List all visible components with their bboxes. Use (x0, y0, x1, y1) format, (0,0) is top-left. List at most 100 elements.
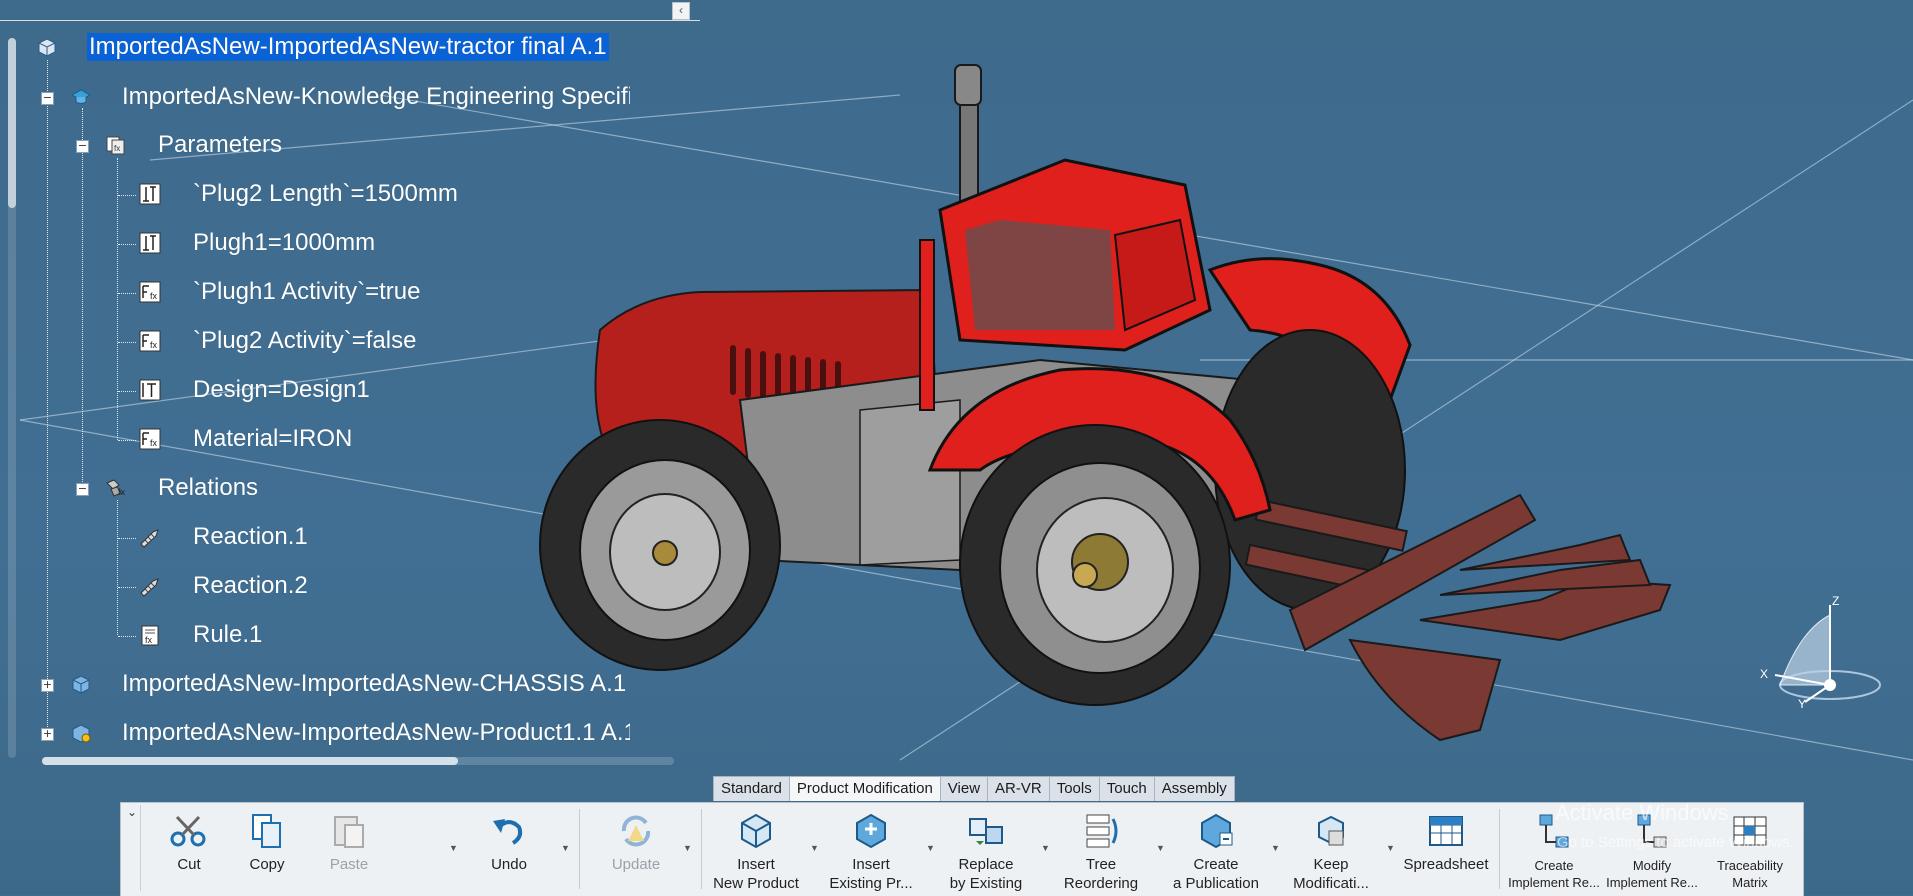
scrollbar-thumb[interactable] (42, 757, 458, 765)
expand-toggle[interactable]: + (41, 728, 54, 741)
activation-watermark-title: Activate Windows (1555, 800, 1729, 825)
command-label: Cut (177, 856, 201, 873)
rule-icon: fx (141, 625, 159, 646)
tree-node-reaction[interactable]: Reaction.1 (135, 518, 675, 558)
keep-modification-button[interactable]: Keep Modificati... (1281, 803, 1381, 896)
create-publication-icon (1201, 813, 1233, 849)
tree-node-chassis[interactable]: + ImportedAsNew-ImportedAsNew-CHASSIS A.… (40, 665, 680, 705)
collapse-toggle[interactable]: − (76, 140, 89, 153)
command-label: Insert Existing Pr... (829, 856, 913, 892)
spreadsheet-button[interactable]: Spreadsheet (1396, 803, 1496, 896)
undo-button[interactable]: Undo (471, 803, 547, 896)
collapse-toggle[interactable]: − (76, 483, 89, 496)
tree-node-label: Rule.1 (193, 621, 263, 648)
tab-standard[interactable]: Standard (713, 776, 790, 801)
tree-connector (118, 440, 136, 442)
specification-tree: ‹ ImportedAsNew-ImportedAsNew-tractor fi… (0, 0, 700, 770)
tree-node-label: ImportedAsNew-Knowledge Engineering Spec… (122, 83, 630, 110)
tab-tools[interactable]: Tools (1048, 776, 1100, 801)
tree-connector (118, 636, 136, 638)
reaction-icon (140, 529, 159, 548)
parameters-icon: fx (106, 136, 125, 155)
command-label: Tree Reordering (1063, 856, 1139, 892)
tree-node-knowledge-spec[interactable]: − ImportedAsNew-Knowledge Engineering Sp… (40, 78, 680, 118)
replace-by-existing-icon (969, 818, 1003, 845)
tree-reordering-button[interactable]: Tree Reordering (1051, 803, 1151, 896)
tree-node-parameter[interactable]: fx Material=IRON (135, 420, 675, 460)
tree-node-parameter[interactable]: fx `Plug2 Activity`=false (135, 322, 675, 362)
command-label: Spreadsheet (1403, 856, 1489, 873)
replace-dropdown-icon[interactable]: ▼ (1041, 843, 1050, 853)
tree-node-label: ImportedAsNew-ImportedAsNew-Product1.1 A… (122, 719, 630, 746)
string-parameter-icon (139, 379, 161, 401)
create-publication-button[interactable]: Create a Publication (1166, 803, 1266, 896)
tree-node-root[interactable]: ImportedAsNew-ImportedAsNew-tractor fina… (30, 28, 670, 68)
undo-dropdown-icon[interactable]: ▼ (561, 843, 570, 853)
tree-node-parameter[interactable]: fx `Plugh1 Activity`=true (135, 273, 675, 313)
tree-node-parameter[interactable]: `Plug2 Length`=1500mm (135, 175, 675, 215)
command-label: Keep Modificati... (1293, 856, 1369, 892)
tree-node-relations[interactable]: − fx Relations (75, 469, 675, 509)
copy-button[interactable]: Copy (229, 803, 305, 896)
replace-by-existing-button[interactable]: Replace by Existing (936, 803, 1036, 896)
tree-node-rule[interactable]: fx Rule.1 (135, 616, 675, 656)
boolean-parameter-icon: fx (139, 281, 161, 303)
scrollbar-thumb[interactable] (8, 38, 16, 208)
publication-dropdown-icon[interactable]: ▼ (1271, 843, 1280, 853)
paste-button[interactable]: Paste (311, 803, 387, 896)
action-bar: ⌄ Cut Copy Paste ▼ Undo ▼ Update ▼ Inser… (120, 802, 1804, 896)
insert-existing-dropdown-icon[interactable]: ▼ (926, 843, 935, 853)
collapse-toggle[interactable]: − (41, 92, 54, 105)
expand-toggle[interactable]: + (41, 679, 54, 692)
command-label: Create a Publication (1173, 856, 1259, 892)
tree-connector (118, 293, 136, 295)
tab-product-modification[interactable]: Product Modification (788, 776, 941, 801)
tree-node-product[interactable]: + ImportedAsNew-ImportedAsNew-Product1.1… (40, 714, 680, 754)
insert-new-dropdown-icon[interactable]: ▼ (810, 843, 819, 853)
tree-node-label: ImportedAsNew-ImportedAsNew-CHASSIS A.1 … (122, 670, 630, 697)
tree-node-parameter[interactable]: Design=Design1 (135, 371, 675, 411)
boolean-parameter-icon: fx (139, 428, 161, 450)
relations-icon: fx (106, 479, 126, 497)
tree-reordering-icon (1086, 814, 1118, 848)
keep-modification-dropdown-icon[interactable]: ▼ (1386, 843, 1395, 853)
product-icon (38, 38, 56, 57)
length-parameter-icon (139, 183, 161, 205)
svg-text:fx: fx (150, 291, 158, 301)
update-dropdown-icon[interactable]: ▼ (683, 843, 692, 853)
insert-existing-product-button[interactable]: Insert Existing Pr... (821, 803, 921, 896)
cut-button[interactable]: Cut (153, 803, 225, 896)
length-parameter-icon (139, 232, 161, 254)
tree-reordering-dropdown-icon[interactable]: ▼ (1156, 843, 1165, 853)
tab-touch[interactable]: Touch (1098, 776, 1155, 801)
paste-dropdown-icon[interactable]: ▼ (449, 843, 458, 853)
tree-connector (118, 587, 136, 589)
insert-new-product-button[interactable]: Insert New Product (706, 803, 806, 896)
ribbon-collapse-button[interactable]: ⌄ (124, 805, 141, 891)
copy-icon (252, 814, 281, 848)
collapse-tree-button[interactable]: ‹ (672, 2, 690, 20)
tab-view[interactable]: View (939, 776, 989, 801)
knowledge-spec-icon (70, 89, 92, 104)
tree-node-label: Design=Design1 (193, 376, 370, 403)
command-label: Replace by Existing (949, 856, 1023, 892)
tree-node-parameter[interactable]: Plugh1=1000mm (135, 224, 675, 264)
tree-connector (118, 244, 136, 246)
reaction-icon (140, 578, 159, 597)
tree-node-parameters[interactable]: − fx Parameters (75, 126, 675, 166)
compass-z-label: Z (1832, 594, 1839, 608)
tree-horizontal-scrollbar[interactable] (42, 757, 674, 765)
command-label: Create Implement Re... (1508, 858, 1600, 890)
update-button[interactable]: Update (591, 803, 681, 896)
command-label: Update (611, 856, 661, 873)
tree-node-reaction[interactable]: Reaction.2 (135, 567, 675, 607)
tree-node-label: Reaction.2 (193, 572, 308, 599)
insert-existing-product-icon (856, 813, 886, 849)
tab-assembly[interactable]: Assembly (1153, 776, 1235, 801)
command-label: Paste (329, 856, 369, 873)
product-icon (72, 675, 90, 694)
svg-text:fx: fx (118, 487, 126, 497)
activation-watermark-subtitle: Go to Settings to activate Windows. (1557, 834, 1794, 851)
tree-vertical-scrollbar[interactable] (8, 38, 16, 758)
tab-ar-vr[interactable]: AR-VR (987, 776, 1050, 801)
